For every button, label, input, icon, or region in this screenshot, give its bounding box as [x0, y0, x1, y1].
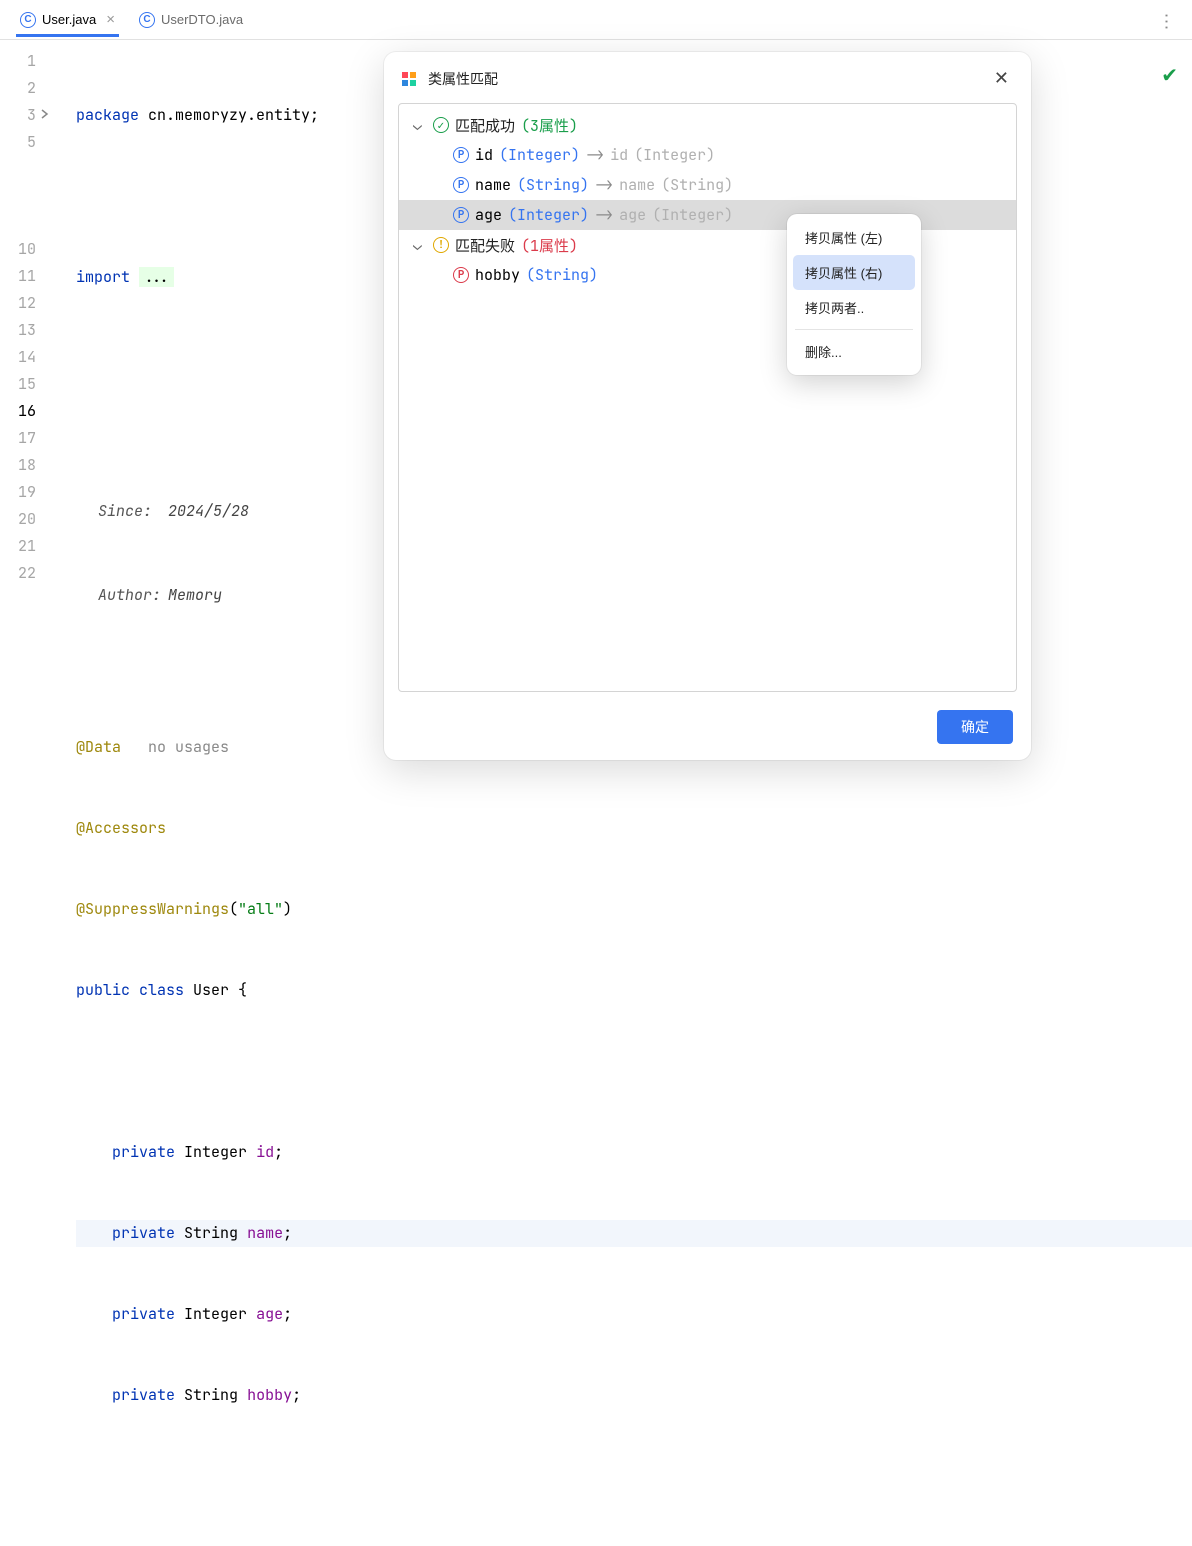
tree-prop-id[interactable]: P id (Integer) -> id (Integer): [399, 140, 1016, 170]
prop-src-type: (String): [526, 265, 598, 285]
arrow-icon: ->: [595, 175, 613, 195]
fold-placeholder[interactable]: ...: [139, 267, 174, 287]
line-number: [0, 196, 50, 236]
dialog-close-button[interactable]: ✕: [988, 66, 1015, 91]
menu-separator: [795, 329, 913, 330]
tree-prop-age[interactable]: P age (Integer) -> age (Integer): [399, 200, 1016, 230]
prop-src-type: (Integer): [508, 205, 589, 225]
line-number: 21: [0, 533, 50, 560]
code-line: public class User {: [76, 977, 1192, 1004]
chevron-down-icon[interactable]: ⌄: [413, 235, 427, 255]
gutter: 1 2 3 5 10 11 12 13 14 15 16 17 18 19 20…: [0, 40, 50, 773]
ok-button[interactable]: 确定: [937, 710, 1013, 744]
line-number: 12: [0, 290, 50, 317]
prop-name: id: [475, 145, 493, 165]
line-number: 1: [0, 48, 50, 75]
dialog-footer: 确定: [384, 702, 1031, 760]
doc-since-label: Since:: [98, 498, 156, 525]
line-number: 10: [0, 236, 50, 263]
tree-prop-name[interactable]: P name (String) -> name (String): [399, 170, 1016, 200]
tree-group-success[interactable]: ⌄ ✓ 匹配成功 (3属性): [399, 110, 1016, 140]
dialog-title: 类属性匹配: [428, 69, 978, 89]
arrow-icon: ->: [586, 145, 604, 165]
code-line: [76, 1058, 1192, 1085]
code-line: private Integer age;: [76, 1301, 1192, 1328]
line-number: 13: [0, 317, 50, 344]
property-icon: P: [453, 147, 469, 163]
tab-label: User.java: [42, 12, 96, 27]
warn-icon: !: [433, 237, 449, 253]
doc-since-value: 2024/5/28: [168, 498, 249, 525]
code-line-current: private String name;: [76, 1220, 1192, 1247]
group-count: (1属性): [521, 235, 578, 256]
property-icon: P: [453, 177, 469, 193]
close-icon[interactable]: ×: [106, 11, 115, 28]
java-class-icon: C: [20, 12, 36, 28]
tab-user-java[interactable]: C User.java ×: [8, 3, 127, 36]
group-label: 匹配失败: [455, 235, 515, 256]
code-line: }: [76, 1544, 1192, 1546]
prop-src-type: (Integer): [499, 145, 580, 165]
prop-name: age: [475, 205, 502, 225]
line-number: 5: [0, 129, 50, 156]
line-number: 2: [0, 75, 50, 102]
prop-src-type: (String): [517, 175, 589, 195]
menu-copy-right[interactable]: 拷贝属性 (右): [793, 255, 915, 290]
menu-copy-left[interactable]: 拷贝属性 (左): [793, 220, 915, 255]
group-label: 匹配成功: [455, 115, 515, 136]
dialog-body: ⌄ ✓ 匹配成功 (3属性) P id (Integer) -> id (Int…: [398, 103, 1017, 692]
status-ok-icon: ✔: [1161, 63, 1178, 88]
line-number: 17: [0, 425, 50, 452]
tree-prop-hobby[interactable]: P hobby (String): [399, 260, 1016, 290]
java-class-icon: C: [139, 12, 155, 28]
prop-dst-type: (Integer): [634, 145, 715, 165]
line-number: [0, 156, 50, 196]
prop-dst-type: (Integer): [652, 205, 733, 225]
line-number: 16: [0, 398, 50, 425]
code-line: private String hobby;: [76, 1382, 1192, 1409]
line-number: 22: [0, 560, 50, 587]
dialog-header: 类属性匹配 ✕: [384, 52, 1031, 101]
group-count: (3属性): [521, 115, 578, 136]
tab-userdto-java[interactable]: C UserDTO.java: [127, 4, 255, 36]
line-number: 11: [0, 263, 50, 290]
line-number: 15: [0, 371, 50, 398]
context-menu: 拷贝属性 (左) 拷贝属性 (右) 拷贝两者.. 删除...: [787, 214, 921, 375]
fold-icon[interactable]: [39, 108, 51, 120]
more-menu-icon[interactable]: ⋯: [1156, 13, 1177, 33]
code-line: [76, 1463, 1192, 1490]
line-number: 20: [0, 506, 50, 533]
prop-dst-type: (String): [661, 175, 733, 195]
arrow-icon: ->: [595, 205, 613, 225]
chevron-down-icon[interactable]: ⌄: [413, 115, 427, 135]
doc-author-value: Memory: [168, 582, 222, 609]
code-line: private Integer id;: [76, 1139, 1192, 1166]
doc-author-label: Author:: [98, 582, 156, 609]
property-match-dialog: 类属性匹配 ✕ ⌄ ✓ 匹配成功 (3属性) P id (Integer) ->…: [384, 52, 1031, 760]
prop-dst-name: name: [619, 175, 655, 195]
code-line: @SuppressWarnings("all"): [76, 896, 1192, 923]
tab-label: UserDTO.java: [161, 12, 243, 27]
line-number: 19: [0, 479, 50, 506]
code-line: @Accessors: [76, 815, 1192, 842]
check-icon: ✓: [433, 117, 449, 133]
prop-dst-name: age: [619, 205, 646, 225]
menu-delete[interactable]: 删除...: [793, 334, 915, 369]
line-number: 14: [0, 344, 50, 371]
editor-tabs: C User.java × C UserDTO.java: [0, 0, 1192, 40]
prop-dst-name: id: [610, 145, 628, 165]
app-icon: [400, 70, 418, 88]
property-icon: P: [453, 267, 469, 283]
prop-name: name: [475, 175, 511, 195]
prop-name: hobby: [475, 265, 520, 285]
property-icon: P: [453, 207, 469, 223]
menu-copy-both[interactable]: 拷贝两者..: [793, 290, 915, 325]
tree-group-fail[interactable]: ⌄ ! 匹配失败 (1属性): [399, 230, 1016, 260]
usage-hint[interactable]: no usages: [148, 737, 229, 757]
line-number: 18: [0, 452, 50, 479]
line-number: 3: [0, 102, 50, 129]
